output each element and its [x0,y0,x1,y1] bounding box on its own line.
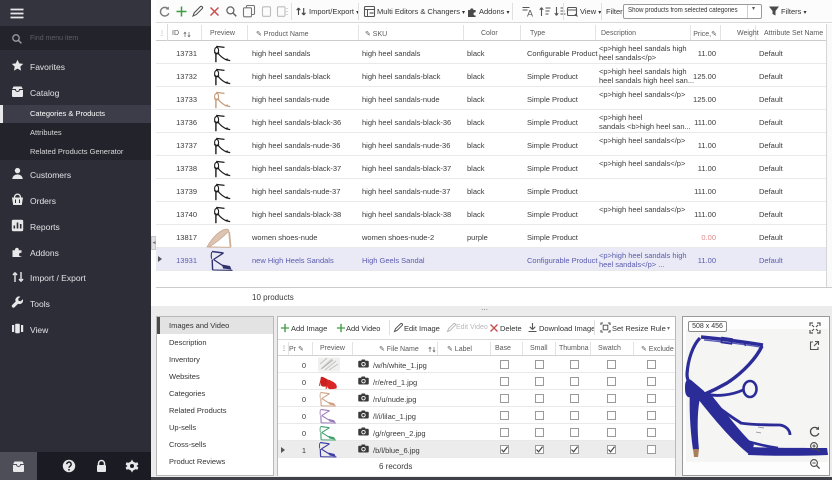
svg-text:A: A [527,9,533,19]
